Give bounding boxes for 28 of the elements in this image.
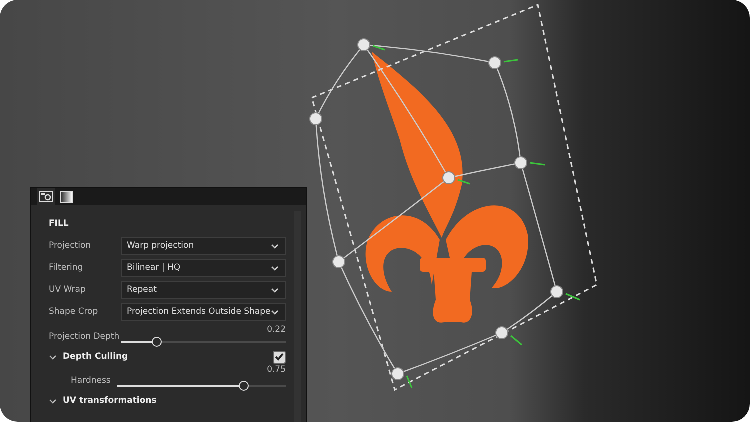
section-header[interactable]: Depth Culling [63, 352, 267, 362]
slider-value: 0.75 [267, 365, 286, 375]
checkbox[interactable] [273, 350, 286, 364]
slider-thumb[interactable] [152, 337, 162, 347]
dropdown[interactable]: Bilinear | HQ [121, 259, 286, 277]
field-label: Projection [49, 241, 92, 251]
chevron-icon[interactable] [49, 398, 57, 404]
caret-icon [271, 266, 279, 270]
field-label: Shape Crop [49, 307, 100, 317]
slider-value: 0.22 [267, 325, 286, 335]
gradient-icon [60, 190, 72, 202]
panel-tab[interactable] [37, 188, 55, 205]
caret-icon [271, 244, 279, 248]
section-title: FILL [49, 219, 70, 229]
caret-icon [271, 288, 279, 292]
panel-tab[interactable] [57, 188, 75, 205]
slider-thumb[interactable] [238, 381, 249, 391]
section-header[interactable]: UV transformations [63, 396, 286, 406]
dropdown[interactable]: Warp projection [121, 237, 286, 255]
caret-icon [271, 310, 279, 314]
dropdown[interactable]: Projection Extends Outside Shape [121, 303, 286, 321]
slider-label: Hardness [70, 376, 112, 386]
field-label: Filtering [49, 263, 84, 273]
slider-label: Projection Depth [49, 332, 121, 342]
field-label: UV Wrap [49, 285, 87, 295]
camera-icon [39, 191, 53, 202]
dropdown[interactable]: Repeat [121, 281, 286, 299]
chevron-icon[interactable] [49, 354, 57, 360]
